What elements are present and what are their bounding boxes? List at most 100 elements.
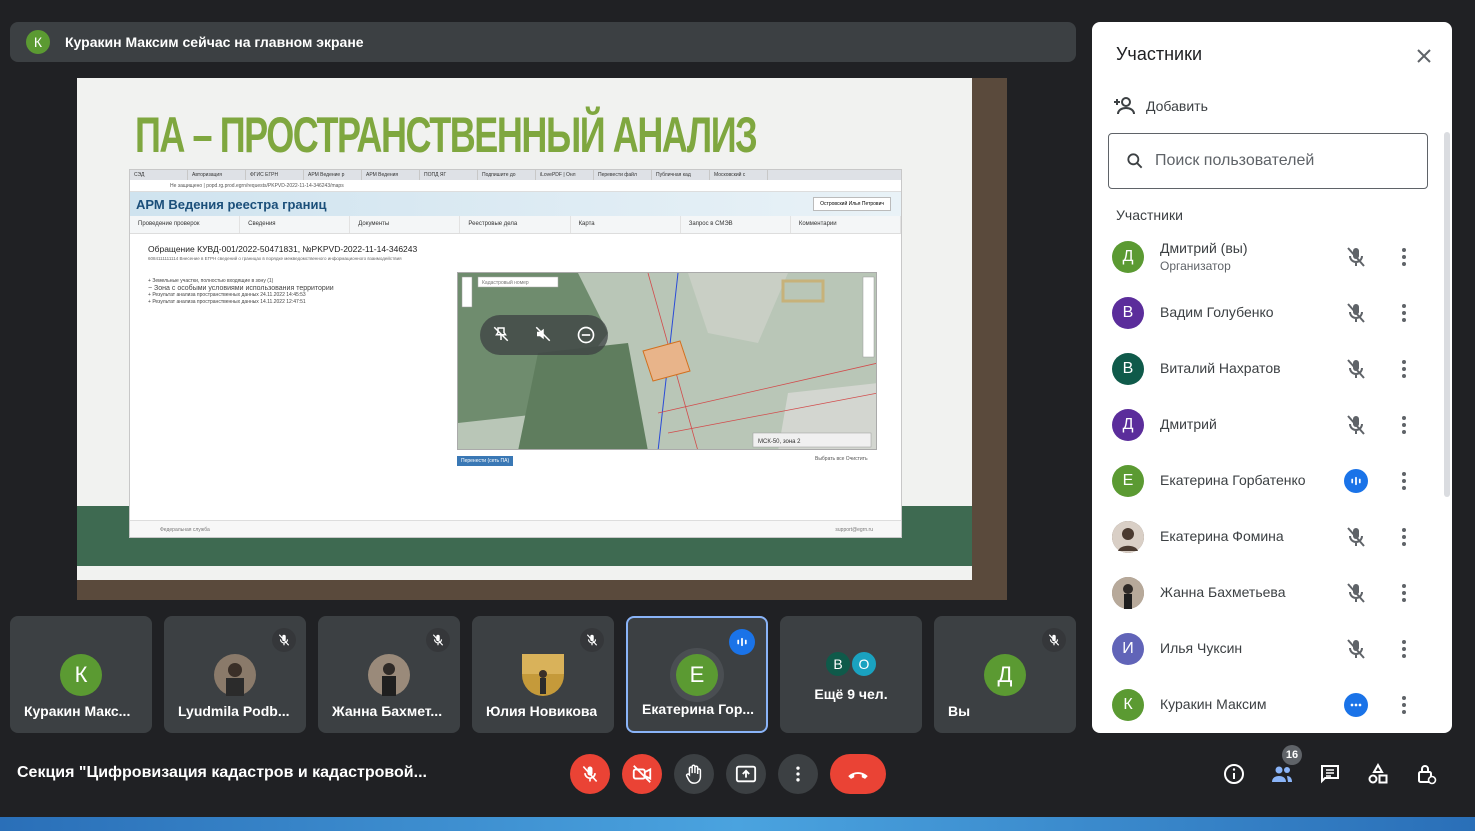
- arm-nav-item: Запрос в СМЭВ: [681, 216, 791, 233]
- browser-tab: Авторизация: [188, 170, 246, 180]
- videocam-off-icon: [632, 765, 652, 783]
- participant-name: Илья Чуксин: [1160, 640, 1243, 656]
- participant-tile-speaking[interactable]: Е Екатерина Гор...: [626, 616, 768, 733]
- mic-off-icon[interactable]: [1344, 525, 1368, 549]
- mic-off-icon[interactable]: [1344, 581, 1368, 605]
- map-transfer-button: Перенести (сеть ПА): [457, 456, 514, 466]
- participant-row[interactable]: К Куракин Максим: [1092, 677, 1444, 733]
- browser-tab: АРМ Ведения: [362, 170, 420, 180]
- browser-tab: iLovePDF | Онл: [536, 170, 594, 180]
- add-people-button[interactable]: Добавить: [1112, 94, 1208, 118]
- more-vert-icon[interactable]: [1392, 469, 1416, 493]
- people-icon[interactable]: [1270, 762, 1294, 786]
- more-vert-icon[interactable]: [1392, 637, 1416, 661]
- participant-name: Вадим Голубенко: [1160, 304, 1274, 320]
- raise-hand-button[interactable]: [674, 754, 714, 794]
- mic-off-icon[interactable]: [1344, 301, 1368, 325]
- participant-photo-avatar: [1112, 521, 1144, 553]
- participant-row[interactable]: В Виталий Нахратов: [1092, 341, 1444, 397]
- more-vert-icon[interactable]: [1392, 581, 1416, 605]
- participant-avatar: Д: [1112, 409, 1144, 441]
- participant-name: Екатерина Горбатенко: [1160, 472, 1306, 488]
- presenting-dots-icon: [1344, 693, 1368, 717]
- participant-row[interactable]: Д Дмитрий: [1092, 397, 1444, 453]
- arm-nav-item: Документы: [350, 216, 461, 233]
- remove-circle-icon[interactable]: [576, 325, 596, 345]
- section-label: Участники: [1116, 207, 1183, 223]
- more-vert-icon[interactable]: [1392, 357, 1416, 381]
- arm-user-badge: Островский Илья Петрович: [813, 197, 891, 211]
- more-vert-icon[interactable]: [1392, 301, 1416, 325]
- browser-tab: ПОПД ЯГ: [420, 170, 478, 180]
- activities-icon[interactable]: [1366, 762, 1390, 786]
- more-participants-tile[interactable]: В О Ещё 9 чел.: [780, 616, 922, 733]
- participant-tile[interactable]: Юлия Новикова: [472, 616, 614, 733]
- more-vert-icon[interactable]: [1392, 693, 1416, 717]
- browser-tab: СЭД: [130, 170, 188, 180]
- browser-tab: Подпишите до: [478, 170, 536, 180]
- browser-tab: Публичная кад: [652, 170, 710, 180]
- tile-name: Екатерина Гор...: [642, 701, 755, 717]
- participant-tile[interactable]: К Куракин Макс...: [10, 616, 152, 733]
- leave-call-button[interactable]: [830, 754, 886, 794]
- participant-avatar: Д: [1112, 241, 1144, 273]
- participant-avatar: Е: [1112, 465, 1144, 497]
- participant-row[interactable]: Д Дмитрий (вы) Организатор: [1092, 229, 1444, 285]
- tile-avatar: Д: [984, 654, 1026, 696]
- chat-icon[interactable]: [1318, 762, 1342, 786]
- speaking-indicator-icon: [729, 629, 755, 655]
- participant-name: Куракин Максим: [1160, 696, 1267, 712]
- pin-off-icon[interactable]: [492, 325, 512, 345]
- volume-off-icon[interactable]: [534, 325, 554, 345]
- mic-off-icon[interactable]: [1344, 413, 1368, 437]
- presenter-banner: К Куракин Максим сейчас на главном экран…: [10, 22, 1076, 62]
- search-icon: [1127, 153, 1143, 169]
- participant-tile-self[interactable]: Д Вы: [934, 616, 1076, 733]
- browser-address-bar: Не защищено | popd.rg.prod.egrn/requests…: [130, 180, 901, 192]
- mic-off-icon: [272, 628, 296, 652]
- tile-photo-avatar: [214, 654, 256, 696]
- meeting-title: Секция "Цифровизация кадастров и кадастр…: [17, 764, 427, 781]
- participants-count-badge: 16: [1282, 745, 1302, 765]
- meeting-info-icon[interactable]: [1222, 762, 1246, 786]
- host-controls-icon[interactable]: [1414, 762, 1438, 786]
- slide-screenshot: СЭД Авторизация ФГИС ЕГРН АРМ Ведение р АРМ …: [129, 169, 902, 538]
- participant-search-input[interactable]: Поиск пользователей: [1108, 133, 1428, 189]
- mic-toggle-button[interactable]: [570, 754, 610, 794]
- cadastral-map: МСК-50, зона 2 Кадастровый номер: [457, 272, 877, 450]
- arm-nav: Проведение проверок Сведения Документы Реес…: [130, 216, 901, 234]
- search-placeholder: Поиск пользователей: [1155, 152, 1315, 169]
- present-screen-button[interactable]: [726, 754, 766, 794]
- browser-tab: Перевести файл: [594, 170, 652, 180]
- participant-row[interactable]: И Илья Чуксин: [1092, 621, 1444, 677]
- tile-name: Куракин Макс...: [24, 703, 131, 719]
- analysis-tree: + Земельные участки, полностью входящие …: [148, 278, 334, 306]
- arm-app-title: АРМ Ведения реестра границ: [136, 196, 327, 212]
- participant-row[interactable]: Жанна Бахметьева: [1092, 565, 1444, 621]
- participant-tile[interactable]: Lyudmila Podb...: [164, 616, 306, 733]
- participant-row[interactable]: В Вадим Голубенко: [1092, 285, 1444, 341]
- more-vert-icon[interactable]: [1392, 525, 1416, 549]
- mic-off-icon[interactable]: [1344, 245, 1368, 269]
- mic-off-icon[interactable]: [1344, 357, 1368, 381]
- tree-item: − Зона с особыми условиями использования…: [148, 285, 334, 292]
- more-vert-icon[interactable]: [1392, 413, 1416, 437]
- close-icon[interactable]: [1412, 44, 1436, 68]
- participant-row[interactable]: Екатерина Фомина: [1092, 509, 1444, 565]
- participant-tile[interactable]: Жанна Бахмет...: [318, 616, 460, 733]
- camera-toggle-button[interactable]: [622, 754, 662, 794]
- add-people-label: Добавить: [1146, 98, 1208, 114]
- map-zone-label: МСК-50, зона 2: [758, 439, 801, 445]
- tile-name: Вы: [948, 703, 971, 719]
- participant-name: Жанна Бахметьева: [1160, 584, 1286, 600]
- panel-scrollbar[interactable]: [1444, 132, 1450, 497]
- participant-row[interactable]: Е Екатерина Горбатенко: [1092, 453, 1444, 509]
- more-vert-icon[interactable]: [1392, 245, 1416, 269]
- more-options-button[interactable]: [778, 754, 818, 794]
- browser-tab: АРМ Ведение р: [304, 170, 362, 180]
- participant-name: Виталий Нахратов: [1160, 360, 1281, 376]
- slide-screenshot-footer: Федеральная служба support@egrn.ru: [130, 520, 901, 537]
- mic-off-icon[interactable]: [1344, 637, 1368, 661]
- hand-icon: [685, 764, 702, 784]
- map-search-placeholder: Кадастровый номер: [482, 279, 529, 286]
